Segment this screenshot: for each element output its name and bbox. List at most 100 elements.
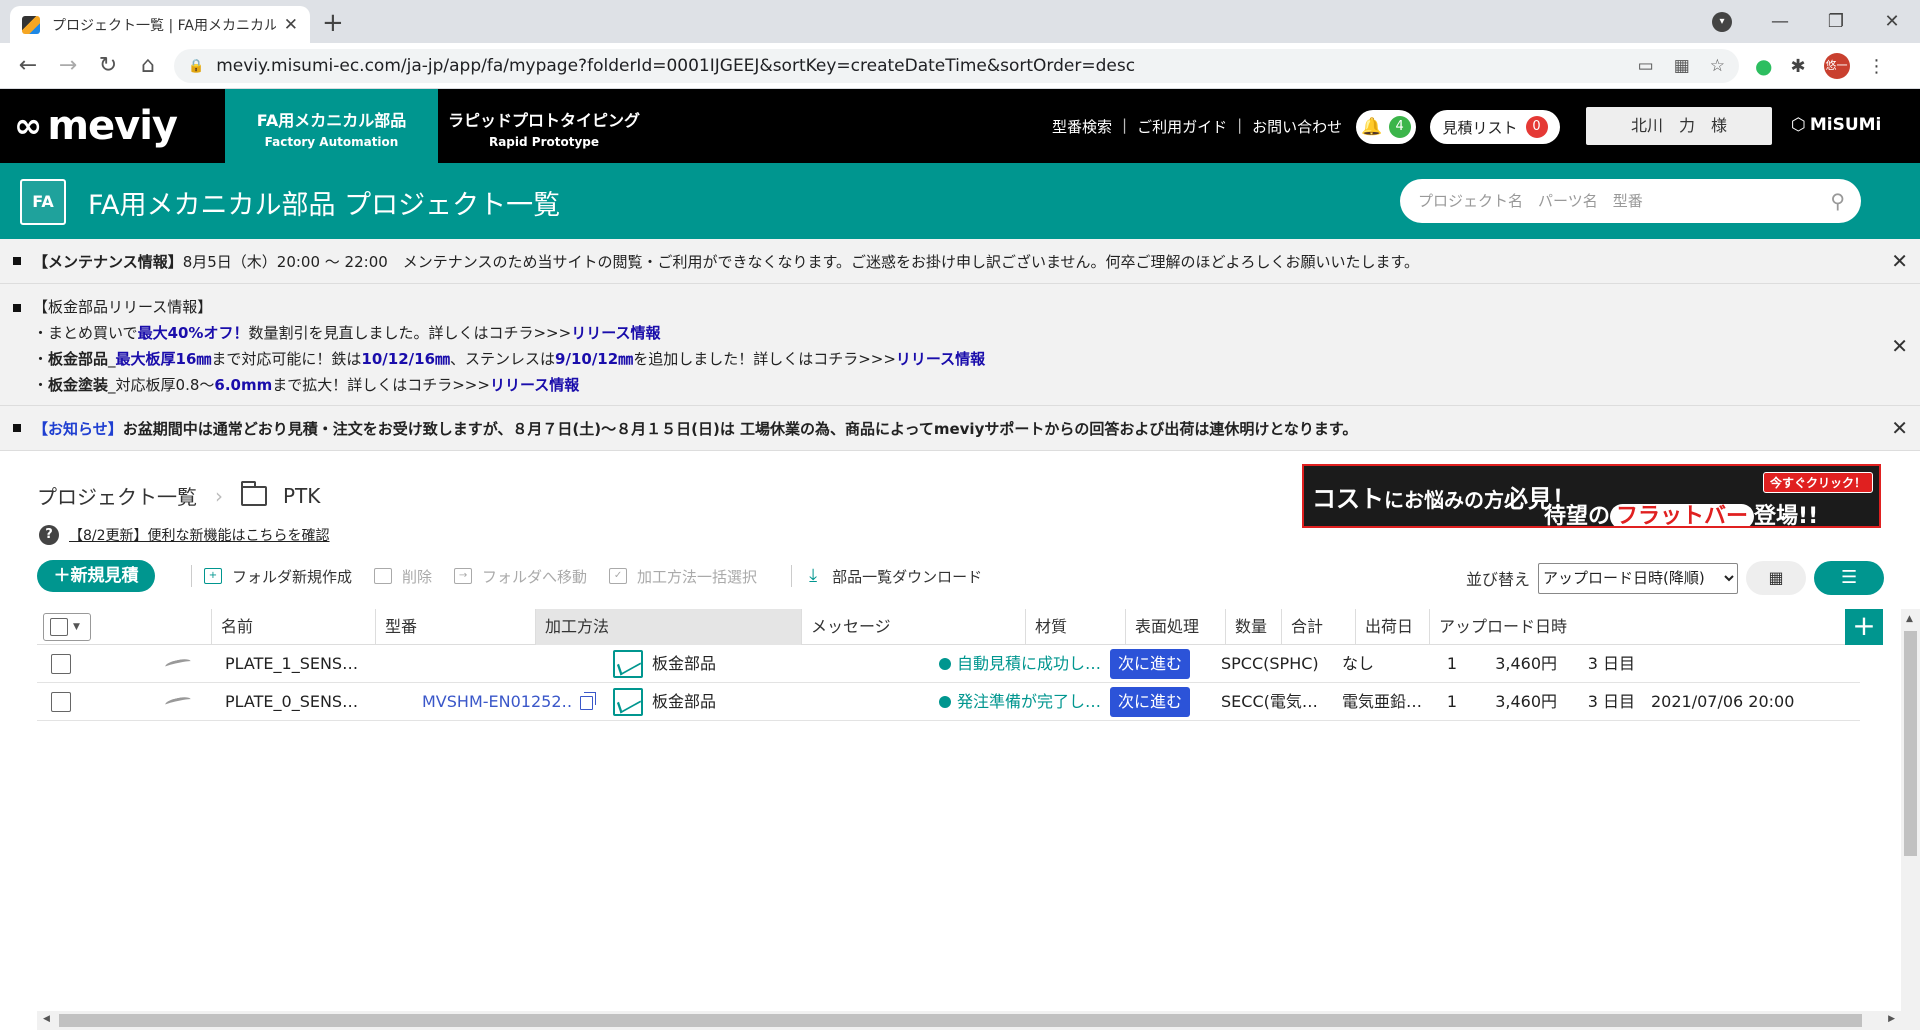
column-header-process[interactable]: 加工方法 <box>535 609 801 645</box>
bulk-process-button[interactable]: ✓ 加工方法一括選択 <box>609 566 757 587</box>
release-info-link[interactable]: リリース情報 <box>490 376 579 394</box>
bookmark-star-icon[interactable]: ☆ <box>1710 56 1725 76</box>
text: コスト <box>1312 484 1384 513</box>
copy-icon[interactable] <box>580 692 596 710</box>
lock-icon[interactable]: 🔒 <box>188 59 204 74</box>
cell-name[interactable]: PLATE_0_SENS… <box>225 683 370 721</box>
divider <box>791 565 793 587</box>
release-info-link[interactable]: リリース情報 <box>896 350 985 368</box>
scroll-right-icon[interactable]: ▶ <box>1888 1014 1895 1024</box>
minimize-icon[interactable]: — <box>1752 11 1808 32</box>
part-thumbnail-icon[interactable] <box>164 657 192 671</box>
quote-list-button[interactable]: 見積リスト 0 <box>1430 110 1560 144</box>
notifications-button[interactable]: 🔔 4 <box>1356 110 1416 144</box>
extensions-puzzle-icon[interactable]: ✱ <box>1790 56 1805 77</box>
new-folder-button[interactable]: + フォルダ新規作成 <box>204 566 352 587</box>
cell-process[interactable]: 板金部品 <box>652 683 792 721</box>
grid-view-toggle[interactable]: ▦ <box>1746 561 1807 595</box>
url-field[interactable]: 🔒 meviy.misumi-ec.com/ja-jp/app/fa/mypag… <box>174 49 1739 83</box>
list-view-toggle[interactable]: ☰ <box>1814 561 1885 595</box>
row-checkbox[interactable] <box>51 654 71 674</box>
cell-process[interactable]: 板金部品 <box>652 645 792 683</box>
breadcrumb-root[interactable]: プロジェクト一覧 <box>37 481 197 510</box>
column-header-surface[interactable]: 表面処理 <box>1125 609 1225 645</box>
close-notice-icon[interactable]: ✕ <box>1891 249 1908 273</box>
cell-message[interactable]: 発注準備が完了し… <box>939 683 1107 721</box>
profile-avatar[interactable]: 悠一 <box>1823 53 1850 79</box>
nav-rapid-prototype[interactable]: ラピッドプロトタイピング Rapid Prototype <box>438 89 650 163</box>
new-tab-icon[interactable]: + <box>322 8 344 38</box>
new-quote-button[interactable]: ＋新規見積 <box>37 560 155 592</box>
cell-part-number[interactable] <box>422 645 572 683</box>
search-icon[interactable]: ⚲ <box>1830 189 1845 213</box>
close-notice-icon[interactable]: ✕ <box>1891 334 1908 358</box>
chevron-right-icon: › <box>215 483 223 508</box>
grid-icon: ▦ <box>1768 568 1784 587</box>
new-folder-label: フォルダ新規作成 <box>232 567 353 586</box>
cell-part-number[interactable]: MVSHM-EN01252… <box>422 683 572 721</box>
browser-tab[interactable]: プロジェクト一覧 | FA用メカニカル部品 ✕ <box>10 6 310 43</box>
next-step-button[interactable]: 次に進む <box>1110 687 1190 717</box>
add-column-button[interactable]: + <box>1845 609 1883 645</box>
text: 10/12/16㎜ <box>361 350 451 368</box>
column-header-ship-date[interactable]: 出荷日 <box>1355 609 1429 645</box>
move-to-folder-button[interactable]: → フォルダへ移動 <box>454 566 587 587</box>
cell-ship-date: 3 日目 <box>1587 654 1635 673</box>
scroll-up-icon[interactable]: ▲ <box>1906 614 1913 624</box>
table-row[interactable]: PLATE_0_SENS… MVSHM-EN01252… 板金部品 発注準備が完… <box>37 683 1860 721</box>
part-thumbnail-icon[interactable] <box>164 695 192 709</box>
meviy-logo[interactable]: ∞ meviy <box>14 103 178 149</box>
menu-kebab-icon[interactable]: ⋮ <box>1868 56 1886 77</box>
link-part-number-search[interactable]: 型番検索 <box>1052 116 1112 137</box>
delete-button[interactable]: 削除 <box>374 566 432 587</box>
breadcrumb-current-folder: PTK <box>283 483 321 508</box>
user-menu[interactable]: 北川 力 様 <box>1586 107 1772 145</box>
apps-icon[interactable]: ▦ <box>1674 56 1690 76</box>
link-contact[interactable]: お問い合わせ <box>1252 116 1342 137</box>
close-tab-icon[interactable]: ✕ <box>284 15 298 35</box>
table-row[interactable]: PLATE_1_SENS… 板金部品 自動見積に成功し… 次に進む SPCC(S… <box>37 645 1860 683</box>
project-search-input[interactable] <box>1418 192 1831 210</box>
link-user-guide[interactable]: ご利用ガイド <box>1137 116 1227 137</box>
column-header-upload-date[interactable]: アップロード日時 <box>1429 609 1849 645</box>
column-header-part-number[interactable]: 型番 <box>375 609 535 645</box>
cell-total: 3,460円 <box>1495 692 1557 711</box>
checkbox <box>50 618 68 636</box>
restore-icon[interactable]: ❐ <box>1808 11 1864 32</box>
misumi-logo[interactable]: ⬡ MiSUMi <box>1791 115 1881 135</box>
cast-icon[interactable]: ▭ <box>1638 56 1654 76</box>
cell-name[interactable]: PLATE_1_SENS… <box>225 645 370 683</box>
forward-icon[interactable]: → <box>54 52 82 80</box>
column-header-name[interactable]: 名前 <box>211 609 375 645</box>
tab-search-icon[interactable]: ▾ <box>1712 11 1732 32</box>
notice-sheetmetal-line2: ・板金部品_最大板厚16㎜まで対応可能に！鉄は10/12/16㎜、ステンレスは9… <box>33 348 985 369</box>
download-parts-list-button[interactable]: ⤓ 部品一覧ダウンロード <box>804 566 982 587</box>
cell-message[interactable]: 自動見積に成功し… <box>939 645 1107 683</box>
column-header-material[interactable]: 材質 <box>1025 609 1125 645</box>
home-icon[interactable]: ⌂ <box>134 52 162 80</box>
new-features-link[interactable]: 【8/2更新】便利な新機能はこちらを確認 <box>69 525 330 545</box>
cell-upload-date: 2021/07/06 20:00 <box>1651 692 1795 711</box>
close-notice-icon[interactable]: ✕ <box>1891 416 1908 440</box>
column-header-quantity[interactable]: 数量 <box>1225 609 1281 645</box>
evernote-extension-icon[interactable]: ● <box>1755 54 1772 78</box>
vertical-scrollbar[interactable]: ▲ <box>1901 609 1920 1030</box>
column-header-message[interactable]: メッセージ <box>801 609 1025 645</box>
scroll-left-icon[interactable]: ◀ <box>43 1014 50 1024</box>
vertical-scroll-thumb[interactable] <box>1904 631 1917 856</box>
text: 6.0mm <box>214 376 273 394</box>
delete-label: 削除 <box>402 567 433 586</box>
reload-icon[interactable]: ↻ <box>94 52 122 80</box>
row-checkbox[interactable] <box>51 692 71 712</box>
close-window-icon[interactable]: ✕ <box>1864 11 1920 32</box>
flat-bar-promo-banner[interactable]: コストにお悩みの方必見！ 待望の フラットバー 登場!! 今すぐクリック！ <box>1302 464 1881 528</box>
nav-factory-automation[interactable]: FA用メカニカル部品 Factory Automation <box>225 89 438 163</box>
back-icon[interactable]: ← <box>14 52 42 80</box>
select-all-checkbox[interactable]: ▼ <box>43 613 91 641</box>
sort-select[interactable]: アップロード日時(降順) <box>1538 562 1739 594</box>
horizontal-scrollbar[interactable]: ◀ ▶ <box>37 1011 1901 1030</box>
release-info-link[interactable]: リリース情報 <box>571 324 660 342</box>
next-step-button[interactable]: 次に進む <box>1110 649 1190 679</box>
horizontal-scroll-thumb[interactable] <box>59 1014 1862 1027</box>
column-header-total[interactable]: 合計 <box>1281 609 1355 645</box>
